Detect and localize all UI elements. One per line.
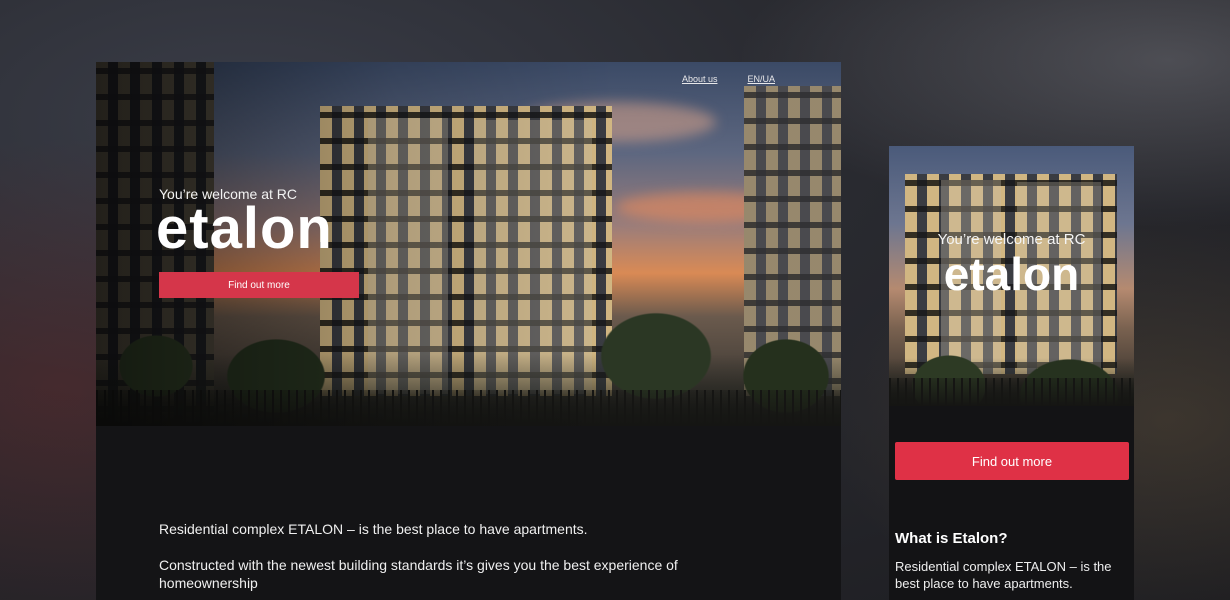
top-nav: About us EN/UA — [682, 74, 775, 84]
language-switch-link[interactable]: EN/UA — [747, 74, 775, 84]
mobile-hero-welcome-text: You’re welcome at RC — [937, 231, 1086, 248]
mobile-mockup: You’re welcome at RC etalon Find out mor… — [889, 146, 1134, 600]
description-line-2: Constructed with the newest building sta… — [159, 557, 678, 591]
hero-image: About us EN/UA You’re welcome at RC etal… — [96, 62, 841, 426]
description-line-1: Residential complex ETALON – is the best… — [159, 521, 588, 537]
nav-about-link[interactable]: About us — [682, 74, 718, 84]
mobile-section-text: Residential complex ETALON – is the best… — [895, 559, 1112, 591]
mobile-hero-image: You’re welcome at RC etalon — [889, 146, 1134, 406]
mobile-section-heading: What is Etalon? — [895, 530, 1008, 547]
desktop-mockup: About us EN/UA You’re welcome at RC etal… — [96, 62, 841, 600]
find-out-more-button[interactable]: Find out more — [159, 272, 359, 298]
mobile-find-out-more-button[interactable]: Find out more — [895, 442, 1129, 480]
mobile-etalon-logo: etalon — [943, 248, 1080, 300]
etalon-logo: etalon — [156, 196, 333, 261]
